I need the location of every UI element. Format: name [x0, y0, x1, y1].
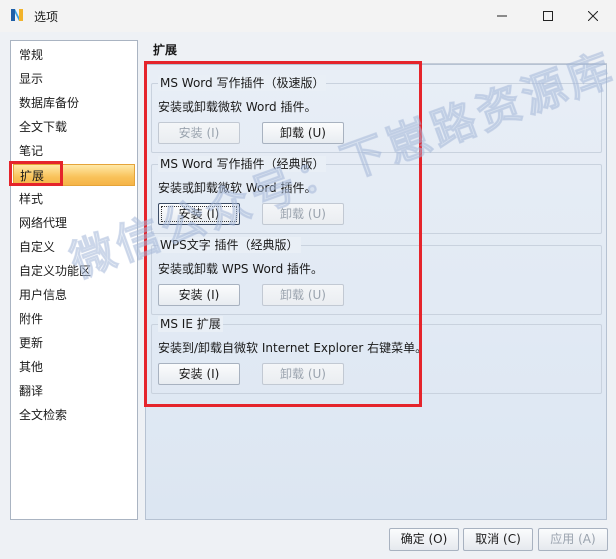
sidebar-item-display[interactable]: 显示: [13, 68, 135, 90]
install-button[interactable]: 安装 (I): [158, 284, 240, 306]
sidebar-item-proxy[interactable]: 网络代理: [13, 212, 135, 234]
sidebar-item-fulltext-download[interactable]: 全文下载: [13, 116, 135, 138]
install-button[interactable]: 安装 (I): [158, 363, 240, 385]
group-title: MS Word 写作插件（极速版）: [158, 75, 327, 91]
sidebar-item-notes[interactable]: 笔记: [13, 140, 135, 162]
group-title: MS IE 扩展: [158, 316, 223, 332]
app-logo-icon: [11, 9, 23, 21]
uninstall-button[interactable]: 卸载 (U): [262, 122, 344, 144]
sidebar-item-other[interactable]: 其他: [13, 356, 135, 378]
install-button[interactable]: 安装 (I): [158, 122, 240, 144]
group-word-fast: MS Word 写作插件（极速版） 安装或卸载微软 Word 插件。 安装 (I…: [151, 75, 602, 153]
sidebar-item-database-backup[interactable]: 数据库备份: [13, 92, 135, 114]
sidebar-item-customize-ribbon[interactable]: 自定义功能区: [13, 260, 135, 282]
sidebar-item-fulltext-search[interactable]: 全文检索: [13, 404, 135, 426]
close-icon: [588, 11, 598, 21]
extensions-panel: 扩展 MS Word 写作插件（极速版） 安装或卸载微软 Word 插件。 安装…: [145, 40, 607, 520]
group-ie-extension: MS IE 扩展 安装到/卸载自微软 Internet Explorer 右键菜…: [151, 316, 602, 394]
sidebar-item-extensions[interactable]: 扩展: [13, 164, 135, 186]
sidebar-item-customize[interactable]: 自定义: [13, 236, 135, 258]
apply-button[interactable]: 应用 (A): [538, 528, 608, 551]
maximize-icon: [543, 11, 553, 21]
panel-title: 扩展: [145, 40, 607, 64]
uninstall-button[interactable]: 卸载 (U): [262, 363, 344, 385]
group-word-classic: MS Word 写作插件（经典版） 安装或卸载微软 Word 插件。 安装 (I…: [151, 156, 602, 234]
close-button[interactable]: [570, 0, 616, 32]
sidebar-item-updates[interactable]: 更新: [13, 332, 135, 354]
sidebar-item-translate[interactable]: 翻译: [13, 380, 135, 402]
window-title: 选项: [34, 10, 59, 24]
panel-body: MS Word 写作插件（极速版） 安装或卸载微软 Word 插件。 安装 (I…: [145, 64, 607, 520]
group-description: 安装或卸载微软 Word 插件。: [158, 100, 317, 114]
group-description: 安装或卸载 WPS Word 插件。: [158, 262, 324, 276]
sidebar-item-attachments[interactable]: 附件: [13, 308, 135, 330]
sidebar-item-user-info[interactable]: 用户信息: [13, 284, 135, 306]
sidebar-item-general[interactable]: 常规: [13, 44, 135, 66]
minimize-icon: [497, 15, 507, 17]
uninstall-button[interactable]: 卸载 (U): [262, 284, 344, 306]
group-wps-classic: WPS文字 插件（经典版） 安装或卸载 WPS Word 插件。 安装 (I) …: [151, 237, 602, 315]
cancel-button[interactable]: 取消 (C): [463, 528, 533, 551]
group-description: 安装或卸载微软 Word 插件。: [158, 181, 317, 195]
sidebar-item-styles[interactable]: 样式: [13, 188, 135, 210]
ok-button[interactable]: 确定 (O): [389, 528, 459, 551]
uninstall-button[interactable]: 卸载 (U): [262, 203, 344, 225]
options-sidebar: 常规 显示 数据库备份 全文下载 笔记 扩展 样式 网络代理 自定义 自定义功能…: [10, 40, 138, 520]
install-button[interactable]: 安装 (I): [158, 203, 240, 225]
group-description: 安装到/卸载自微软 Internet Explorer 右键菜单。: [158, 341, 428, 355]
group-title: WPS文字 插件（经典版）: [158, 237, 301, 253]
title-bar: 选项: [0, 0, 616, 32]
group-title: MS Word 写作插件（经典版）: [158, 156, 327, 172]
maximize-button[interactable]: [525, 0, 571, 32]
minimize-button[interactable]: [479, 0, 525, 32]
